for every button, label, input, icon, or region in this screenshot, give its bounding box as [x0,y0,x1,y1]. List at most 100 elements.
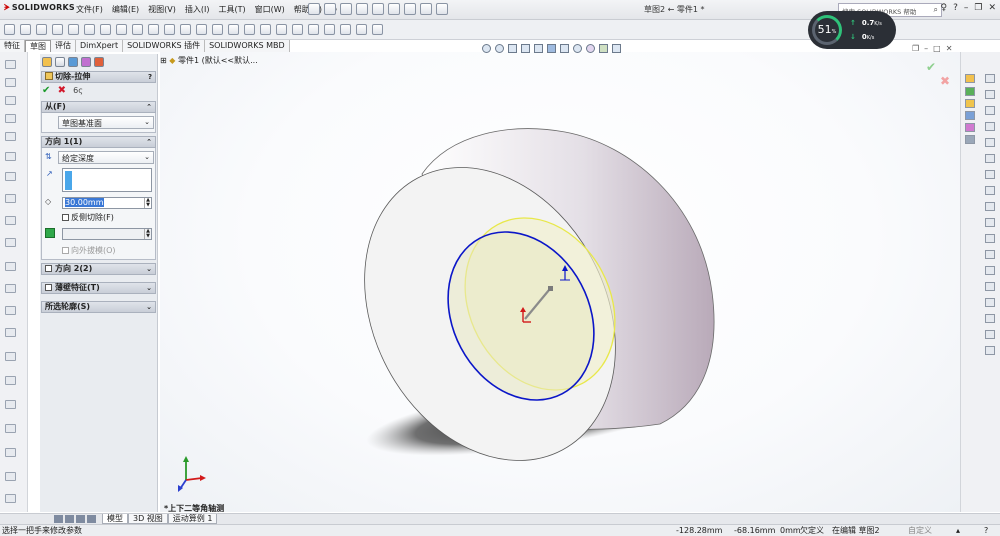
rapid-sketch-icon[interactable] [340,24,351,35]
hide-show-icon[interactable] [573,44,582,53]
tab-3d-views[interactable]: 3D 视图 [128,514,168,524]
tab-mbd[interactable]: SOLIDWORKS MBD [205,40,290,52]
arc-icon[interactable] [84,24,95,35]
thin-feature-section-header[interactable]: 薄壁特征(T) ⌄ [41,282,156,294]
open-icon[interactable] [324,3,336,15]
toolbar-icon[interactable] [5,132,16,141]
quick-snaps-icon[interactable] [324,24,335,35]
toolbar-icon[interactable] [5,114,16,123]
offset-icon[interactable] [228,24,239,35]
instant2d-icon[interactable] [356,24,367,35]
cancel-x-icon[interactable]: ✖ [58,85,66,96]
units-dropdown-icon[interactable]: ▴ [956,525,960,536]
feature-manager-tab-icon[interactable] [42,57,52,67]
menu-insert[interactable]: 插入(I) [185,4,210,15]
toolbar-icon[interactable] [5,494,16,503]
draft-icon[interactable] [45,228,55,238]
zoom-to-fit-icon[interactable] [482,44,491,53]
toolbar-icon[interactable] [5,306,16,315]
draft-outward-checkbox[interactable]: 向外拔模(O) [62,245,116,256]
collapse-icon[interactable]: ⌃ [146,102,152,112]
point-icon[interactable] [180,24,191,35]
new-document-icon[interactable] [308,3,320,15]
network-speed-widget[interactable]: 51% ↑ 0.7K/s ↓ 0K/s [808,11,896,49]
toolbar-icon[interactable] [985,266,995,275]
tab-motion-study[interactable]: 运动算例 1 [167,514,218,524]
close-icon[interactable]: ✕ [988,3,996,13]
viewport-restore-icon[interactable]: ❐ [912,44,919,53]
search-icon[interactable]: ⌕ [934,5,938,15]
menu-window[interactable]: 窗口(W) [255,4,285,15]
thin-feature-checkbox[interactable] [45,284,52,291]
draft-angle-input[interactable]: ▲ ▼ [62,228,152,240]
menu-file[interactable]: 文件(F) [76,4,103,15]
detailed-preview-icon[interactable]: 6ς [73,86,83,95]
direction2-section-header[interactable]: 方向 2(2) ⌄ [41,263,156,275]
toolbar-icon[interactable] [5,400,16,409]
toolbar-icon[interactable] [985,314,995,323]
tab-sketch[interactable]: 草图 [25,40,51,52]
toolbar-icon[interactable] [985,138,995,147]
display-manager-tab-icon[interactable] [94,57,104,67]
zoom-to-area-icon[interactable] [495,44,504,53]
viewport-minimize-icon[interactable]: – [924,44,928,53]
select-icon[interactable] [388,3,400,15]
rectangle-icon[interactable] [52,24,63,35]
depth-handle-grip[interactable] [548,286,553,291]
selected-contours-section-header[interactable]: 所选轮廓(S) ⌄ [41,301,156,313]
toolbar-icon[interactable] [985,202,995,211]
solidworks-logo[interactable]: ᗘ SOLIDWORKS [4,3,75,17]
expand-icon[interactable]: ⌄ [146,302,152,312]
depth-input[interactable]: 30.00mm ▲ ▼ [62,197,152,209]
toolbar-icon[interactable] [985,186,995,195]
smart-dimension-icon[interactable] [20,24,31,35]
repair-icon[interactable] [308,24,319,35]
direction2-checkbox[interactable] [45,265,52,272]
print-icon[interactable] [356,3,368,15]
polygon-icon[interactable] [148,24,159,35]
undo-icon[interactable] [372,3,384,15]
spinner-arrows-icon[interactable]: ▲ ▼ [144,229,151,239]
end-condition-select[interactable]: 给定深度 ⌄ [58,151,154,164]
dynamic-annotation-icon[interactable] [534,44,543,53]
from-section-header[interactable]: 从(F) ⌃ [41,101,156,113]
previous-view-icon[interactable] [508,44,517,53]
property-manager-tab-icon[interactable] [55,57,65,67]
toolbar-icon[interactable] [985,218,995,227]
spline-icon[interactable] [100,24,111,35]
text-icon[interactable] [164,24,175,35]
mirror-icon[interactable] [244,24,255,35]
display-style-icon[interactable] [560,44,569,53]
save-icon[interactable] [340,3,352,15]
toolbar-icon[interactable] [5,238,16,247]
restore-icon[interactable]: ❐ [974,3,982,13]
minimize-icon[interactable]: – [964,3,969,13]
toolbar-icon[interactable] [5,448,16,457]
toolbar-icon[interactable] [5,472,16,481]
configuration-manager-tab-icon[interactable] [68,57,78,67]
line-icon[interactable] [36,24,47,35]
tab-evaluate[interactable]: 评估 [51,40,76,52]
spinner-arrows-icon[interactable]: ▲ ▼ [144,198,151,208]
toolbar-icon[interactable] [5,376,16,385]
reverse-direction-icon[interactable]: ⇅ [45,152,56,163]
toolbar-icon[interactable] [5,172,16,181]
toolbar-icon[interactable] [985,154,995,163]
units-selector[interactable]: 自定义 [908,525,932,536]
last-tab-icon[interactable] [87,515,96,523]
toolbar-icon[interactable] [985,122,995,131]
file-explorer-icon[interactable] [965,99,975,108]
toolbar-icon[interactable] [5,152,16,161]
from-select[interactable]: 草图基准面 ⌄ [58,116,154,129]
file-properties-icon[interactable] [420,3,432,15]
view-orientation-icon[interactable] [547,44,556,53]
appearances-icon[interactable] [965,123,975,132]
toolbar-icon[interactable] [5,96,16,105]
toolbar-icon[interactable] [5,352,16,361]
expand-icon[interactable]: ⌄ [146,283,152,293]
toolbar-icon[interactable] [985,282,995,291]
options-icon[interactable] [436,3,448,15]
toolbar-icon[interactable] [985,170,995,179]
direction1-section-header[interactable]: 方向 1(1) ⌃ [41,136,156,148]
pattern-icon[interactable] [260,24,271,35]
